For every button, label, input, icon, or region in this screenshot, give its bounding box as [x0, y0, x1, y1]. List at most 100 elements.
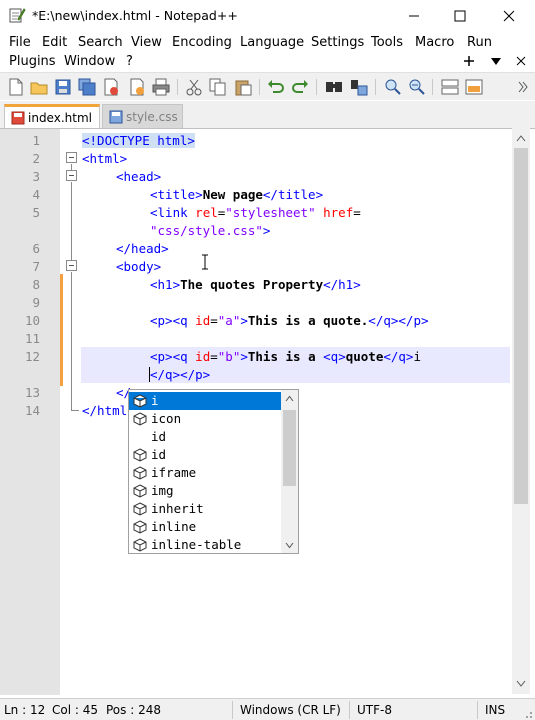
zoom-in-icon[interactable]: [384, 78, 402, 96]
chevron-right-icon[interactable]: [518, 81, 528, 93]
menu-settings[interactable]: Settings: [311, 35, 364, 50]
code-line-1: <!DOCTYPE html>: [82, 133, 195, 148]
menu-encoding[interactable]: Encoding: [172, 35, 232, 50]
autocomplete-item[interactable]: inline: [129, 518, 281, 536]
menu-tools[interactable]: Tools: [371, 35, 403, 50]
autocomplete-item[interactable]: inherit: [129, 500, 281, 518]
maximize-icon: [454, 10, 466, 22]
close-doc-button[interactable]: [513, 53, 529, 69]
status-separator: [477, 701, 478, 719]
toolbar-separator: [375, 79, 376, 95]
tab-style-css[interactable]: style.css: [102, 104, 183, 128]
print-icon[interactable]: [152, 78, 170, 96]
window-title: *E:\new\index.html - Notepad++: [32, 8, 238, 23]
tab-list-button[interactable]: [488, 53, 504, 69]
line-number: 7: [32, 259, 40, 274]
find-icon[interactable]: [325, 78, 343, 96]
new-file-icon[interactable]: [7, 78, 25, 96]
fold-line: [71, 272, 72, 410]
fold-line: [71, 250, 72, 260]
autocomplete-item[interactable]: id: [129, 428, 281, 446]
toolbar: [0, 72, 535, 100]
scroll-up-icon[interactable]: [516, 134, 526, 142]
close-file-icon[interactable]: [102, 78, 120, 96]
save-icon[interactable]: [54, 78, 72, 96]
toolbar-separator: [259, 79, 260, 95]
change-marker: [60, 274, 63, 386]
status-position: Pos : 248: [106, 703, 161, 717]
resize-grip-icon[interactable]: [521, 707, 533, 719]
line-number: 5: [32, 205, 40, 220]
menu-bar: File Edit Search View Encoding Language …: [0, 32, 535, 72]
status-eol[interactable]: Windows (CR LF): [240, 703, 341, 717]
scroll-down-icon[interactable]: [285, 542, 294, 549]
autocomplete-item[interactable]: i: [129, 392, 281, 410]
status-separator: [232, 701, 233, 719]
code-line-5: <link rel="stylesheet" href=: [150, 205, 361, 220]
plus-icon: [464, 56, 474, 66]
copy-icon[interactable]: [209, 78, 227, 96]
status-insert-mode[interactable]: INS: [485, 703, 505, 717]
maximize-button[interactable]: [437, 0, 483, 32]
code-line-14: </html: [82, 403, 128, 418]
autocomplete-item[interactable]: iframe: [129, 464, 281, 482]
close-icon: [503, 10, 515, 22]
scrollbar-thumb[interactable]: [514, 148, 528, 504]
autocomplete-item[interactable]: id: [129, 446, 281, 464]
mouse-ibeam-cursor: [202, 254, 208, 270]
code-line-3: <head>: [116, 169, 162, 184]
status-encoding[interactable]: UTF-8: [357, 703, 392, 717]
autocomplete-scroll-thumb[interactable]: [283, 410, 296, 486]
menu-file[interactable]: File: [9, 35, 31, 50]
cube-icon: [133, 538, 147, 552]
new-tab-button[interactable]: [461, 53, 477, 69]
fold-toggle-html[interactable]: [66, 152, 77, 163]
redo-icon[interactable]: [291, 78, 309, 96]
notepad-plus-plus-icon: [9, 8, 26, 23]
line-number: 1: [32, 133, 40, 148]
minimize-button[interactable]: [391, 0, 437, 32]
menu-search[interactable]: Search: [78, 35, 123, 50]
menu-window[interactable]: Window: [64, 54, 115, 69]
status-line: Ln : 12: [4, 703, 46, 717]
menu-macro[interactable]: Macro: [415, 35, 454, 50]
close-icon: [516, 56, 526, 66]
code-line-4: <title>New page</title>: [150, 187, 324, 202]
undo-icon[interactable]: [267, 78, 285, 96]
close-all-icon[interactable]: [128, 78, 146, 96]
cut-icon[interactable]: [185, 78, 203, 96]
cube-icon: [133, 448, 147, 462]
sync-v-icon[interactable]: [441, 78, 459, 96]
autocomplete-item[interactable]: img: [129, 482, 281, 500]
sync-h-icon[interactable]: [465, 78, 483, 96]
menu-plugins[interactable]: Plugins: [9, 54, 56, 69]
fold-toggle-body[interactable]: [66, 260, 77, 271]
fold-end: [71, 410, 79, 411]
code-line-12: <p><q id="b">This is a <q>quote</q>i: [150, 349, 421, 364]
fold-toggle-head[interactable]: [66, 170, 77, 181]
unsaved-file-icon: [11, 111, 25, 124]
tab-index-html[interactable]: index.html: [4, 104, 100, 128]
status-column: Col : 45: [52, 703, 98, 717]
fold-line: [71, 182, 72, 250]
scroll-up-icon[interactable]: [285, 395, 294, 402]
menu-help[interactable]: ?: [126, 54, 133, 69]
open-file-icon[interactable]: [30, 78, 48, 96]
scroll-down-icon[interactable]: [516, 680, 526, 688]
cube-icon: [133, 412, 147, 426]
zoom-out-icon[interactable]: [408, 78, 426, 96]
menu-language[interactable]: Language: [240, 35, 304, 50]
menu-view[interactable]: View: [131, 35, 162, 50]
replace-icon[interactable]: [350, 78, 368, 96]
autocomplete-item[interactable]: inline-table: [129, 536, 281, 554]
autocomplete-item[interactable]: icon: [129, 410, 281, 428]
code-line-6: </head>: [116, 241, 169, 256]
menu-run[interactable]: Run: [467, 35, 492, 50]
line-number: 6: [32, 241, 40, 256]
menu-edit[interactable]: Edit: [42, 35, 67, 50]
paste-icon[interactable]: [234, 78, 252, 96]
save-all-icon[interactable]: [78, 78, 96, 96]
line-number: 2: [32, 151, 40, 166]
close-window-button[interactable]: [486, 0, 532, 32]
tab-label: index.html: [28, 110, 92, 125]
